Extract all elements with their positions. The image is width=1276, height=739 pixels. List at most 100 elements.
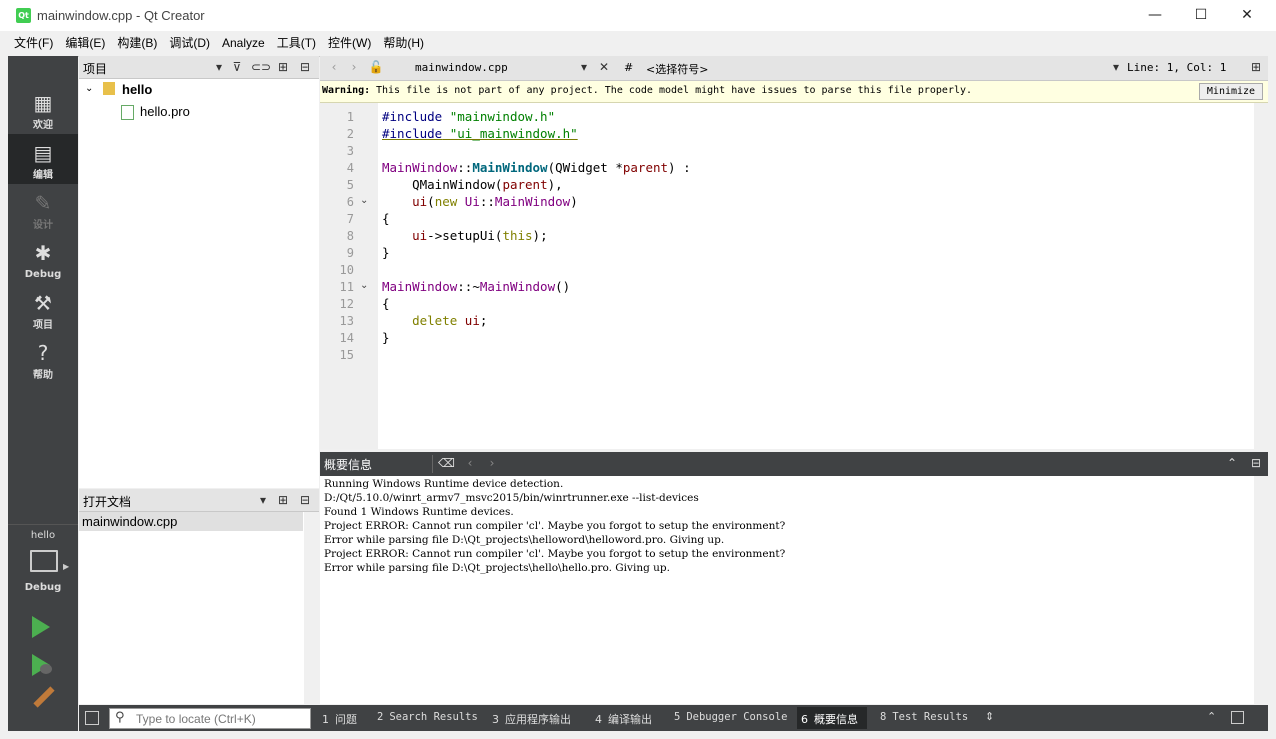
- qt-creator-logo-icon: Qt: [16, 8, 31, 23]
- open-docs-split-icon[interactable]: ⊞: [275, 492, 291, 508]
- more-tabs-icon[interactable]: ⇕: [985, 710, 994, 723]
- project-file-item[interactable]: hello.pro: [140, 104, 190, 119]
- build-hammer-icon[interactable]: [33, 686, 55, 708]
- run-icon[interactable]: [32, 616, 50, 638]
- expand-output-icon[interactable]: ⌃: [1207, 710, 1216, 723]
- output-line: Project ERROR: Cannot run compiler 'cl'.…: [324, 520, 786, 532]
- open-docs-scrollbar[interactable]: [304, 512, 319, 704]
- mode-projects[interactable]: ⚒ 项目: [8, 284, 78, 334]
- output-line: Found 1 Windows Runtime devices.: [324, 506, 514, 518]
- menu-build[interactable]: 构建(B): [111, 31, 163, 55]
- project-folder-icon: [103, 82, 115, 95]
- close-window-button[interactable]: ✕: [1224, 0, 1270, 31]
- mode-debug[interactable]: ✱ Debug: [8, 234, 78, 284]
- output-pane-title: 概要信息: [324, 458, 373, 472]
- status-bar: ⚲ Type to locate (Ctrl+K) 1 问题 2 Search Re…: [79, 705, 1268, 731]
- open-doc-item[interactable]: mainwindow.cpp: [79, 512, 303, 531]
- symbol-hash: #: [624, 61, 634, 74]
- locator-placeholder: Type to locate (Ctrl+K): [136, 712, 256, 726]
- current-file-selector[interactable]: mainwindow.cpp: [415, 61, 508, 74]
- menu-help[interactable]: 帮助(H): [377, 31, 430, 55]
- menu-bar: 文件(F) 编辑(E) 构建(B) 调试(D) Analyze 工具(T) 控件(W) 帮助(…: [8, 31, 1268, 57]
- output-tab-test-results[interactable]: 8 Test Results: [880, 711, 968, 723]
- mode-help[interactable]: ? 帮助: [8, 334, 78, 384]
- clear-output-icon[interactable]: ⌫: [438, 455, 455, 471]
- code-line-12: {: [382, 296, 390, 311]
- back-arrow-icon[interactable]: ‹: [326, 59, 342, 75]
- fold-chevron-down-icon[interactable]: ⌄: [360, 195, 368, 206]
- close-document-icon[interactable]: ✕: [596, 59, 612, 75]
- mode-selector-bar: ▦ 欢迎 ▤ 编辑 ✎ 设计 ✱ Debug ⚒ 项目 ? 帮助 hello ▶…: [8, 56, 78, 731]
- minimize-window-button[interactable]: —: [1132, 0, 1178, 31]
- fold-chevron-down-icon[interactable]: ⌄: [360, 280, 368, 291]
- file-dropdown-icon[interactable]: ▾: [576, 59, 592, 75]
- mode-design[interactable]: ✎ 设计: [8, 184, 78, 234]
- split-panel-icon[interactable]: ⊞: [275, 59, 291, 75]
- filter-icon[interactable]: ⊽: [229, 59, 245, 75]
- debug-run-bug-icon: [40, 664, 52, 674]
- line-number-gutter: 1 2 3 4 5 6 7 8 9 10 11 12 13 14 15 ⌄ ⌄: [320, 103, 378, 449]
- kit-expand-arrow-icon[interactable]: ▶: [63, 562, 69, 571]
- menu-edit[interactable]: 编辑(E): [59, 31, 111, 55]
- pro-file-icon: [121, 105, 134, 120]
- line-number: 4: [346, 161, 354, 175]
- warning-label: Warning:: [322, 85, 371, 96]
- line-number: 14: [339, 331, 354, 345]
- split-editor-icon[interactable]: ⊞: [1248, 59, 1264, 75]
- output-tab-general-messages[interactable]: 6 概要信息: [801, 711, 858, 727]
- menu-file[interactable]: 文件(F): [8, 31, 59, 55]
- menu-analyze[interactable]: Analyze: [216, 31, 271, 55]
- locator-input[interactable]: ⚲ Type to locate (Ctrl+K): [109, 708, 311, 729]
- project-root[interactable]: hello: [122, 82, 152, 97]
- line-number: 15: [339, 348, 354, 362]
- symbol-selector[interactable]: <选择符号>: [646, 61, 708, 77]
- line-number: 7: [346, 212, 354, 226]
- project-tree: ⌄ hello hello.pro: [79, 79, 319, 488]
- close-pane-icon[interactable]: ⊟: [1248, 455, 1264, 471]
- mode-welcome[interactable]: ▦ 欢迎: [8, 84, 78, 134]
- output-tab-debugger-console[interactable]: 5 Debugger Console: [674, 711, 787, 723]
- menu-widgets[interactable]: 控件(W): [322, 31, 377, 55]
- code-editor[interactable]: #include "mainwindow.h" #include "ui_mai…: [378, 103, 1254, 449]
- window-title: mainwindow.cpp - Qt Creator: [37, 8, 205, 23]
- menu-tools[interactable]: 工具(T): [271, 31, 322, 55]
- code-line-2: #include "ui_mainwindow.h": [382, 126, 578, 141]
- lock-icon: 🔓: [368, 60, 384, 74]
- line-number: 1: [346, 110, 354, 124]
- close-panel-icon[interactable]: ⊟: [297, 59, 313, 75]
- output-scrollbar[interactable]: [1254, 476, 1268, 704]
- prev-item-icon[interactable]: ‹: [462, 455, 478, 471]
- output-tab-issues[interactable]: 1 问题: [322, 711, 357, 727]
- edit-document-icon: ▤: [33, 141, 53, 165]
- next-item-icon[interactable]: ›: [484, 455, 500, 471]
- general-messages-output[interactable]: Running Windows Runtime device detection…: [320, 476, 1254, 704]
- open-docs-close-icon[interactable]: ⊟: [297, 492, 313, 508]
- line-number: 11: [339, 280, 354, 294]
- kit-project-name: hello: [30, 530, 56, 541]
- open-docs-title: 打开文档: [83, 495, 132, 509]
- output-tab-application-output[interactable]: 3 应用程序输出: [492, 711, 571, 727]
- minimize-warning-button[interactable]: Minimize: [1199, 83, 1263, 100]
- line-number: 3: [346, 144, 354, 158]
- open-docs-dropdown-icon[interactable]: ▾: [255, 492, 271, 508]
- editor-scrollbar[interactable]: [1254, 103, 1268, 449]
- code-line-13: delete ui;: [412, 313, 488, 328]
- warning-bar: Warning: This file is not part of any pr…: [320, 81, 1268, 103]
- link-editor-icon[interactable]: ⊂⊃: [251, 59, 271, 75]
- output-tab-search-results[interactable]: 2 Search Results: [377, 711, 478, 723]
- cursor-position[interactable]: Line: 1, Col: 1: [1127, 61, 1226, 74]
- maximize-pane-icon[interactable]: ⌃: [1224, 455, 1240, 471]
- open-docs-header: 打开文档 ▾ ⊞ ⊟: [79, 489, 319, 512]
- kit-selector-monitor-icon[interactable]: [30, 550, 58, 572]
- view-dropdown-icon[interactable]: ▾: [211, 59, 227, 75]
- code-line-8: ui->setupUi(this);: [412, 228, 548, 243]
- menu-debug[interactable]: 调试(D): [163, 31, 216, 55]
- output-tab-compile-output[interactable]: 4 编译输出: [595, 711, 652, 727]
- toggle-sidebar-icon[interactable]: [85, 711, 99, 725]
- maximize-window-button[interactable]: ☐: [1178, 0, 1224, 31]
- forward-arrow-icon[interactable]: ›: [346, 59, 362, 75]
- collapse-arrow-icon[interactable]: ⌄: [85, 83, 93, 94]
- symbol-dropdown-icon[interactable]: ▾: [1108, 59, 1124, 75]
- mode-edit[interactable]: ▤ 编辑: [8, 134, 78, 184]
- toggle-right-sidebar-icon[interactable]: [1231, 711, 1244, 724]
